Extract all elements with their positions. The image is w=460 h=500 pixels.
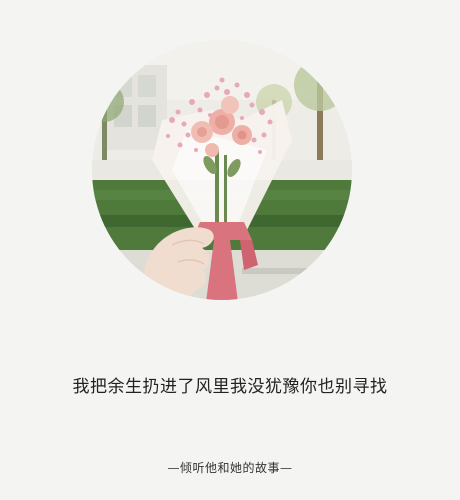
bouquet-photo — [92, 40, 352, 300]
quote-text: 我把余生扔进了风里我没犹豫你也别寻找 — [72, 377, 388, 397]
bouquet-illustration — [92, 40, 352, 300]
signature-text: —倾听他和她的故事— — [167, 461, 293, 475]
